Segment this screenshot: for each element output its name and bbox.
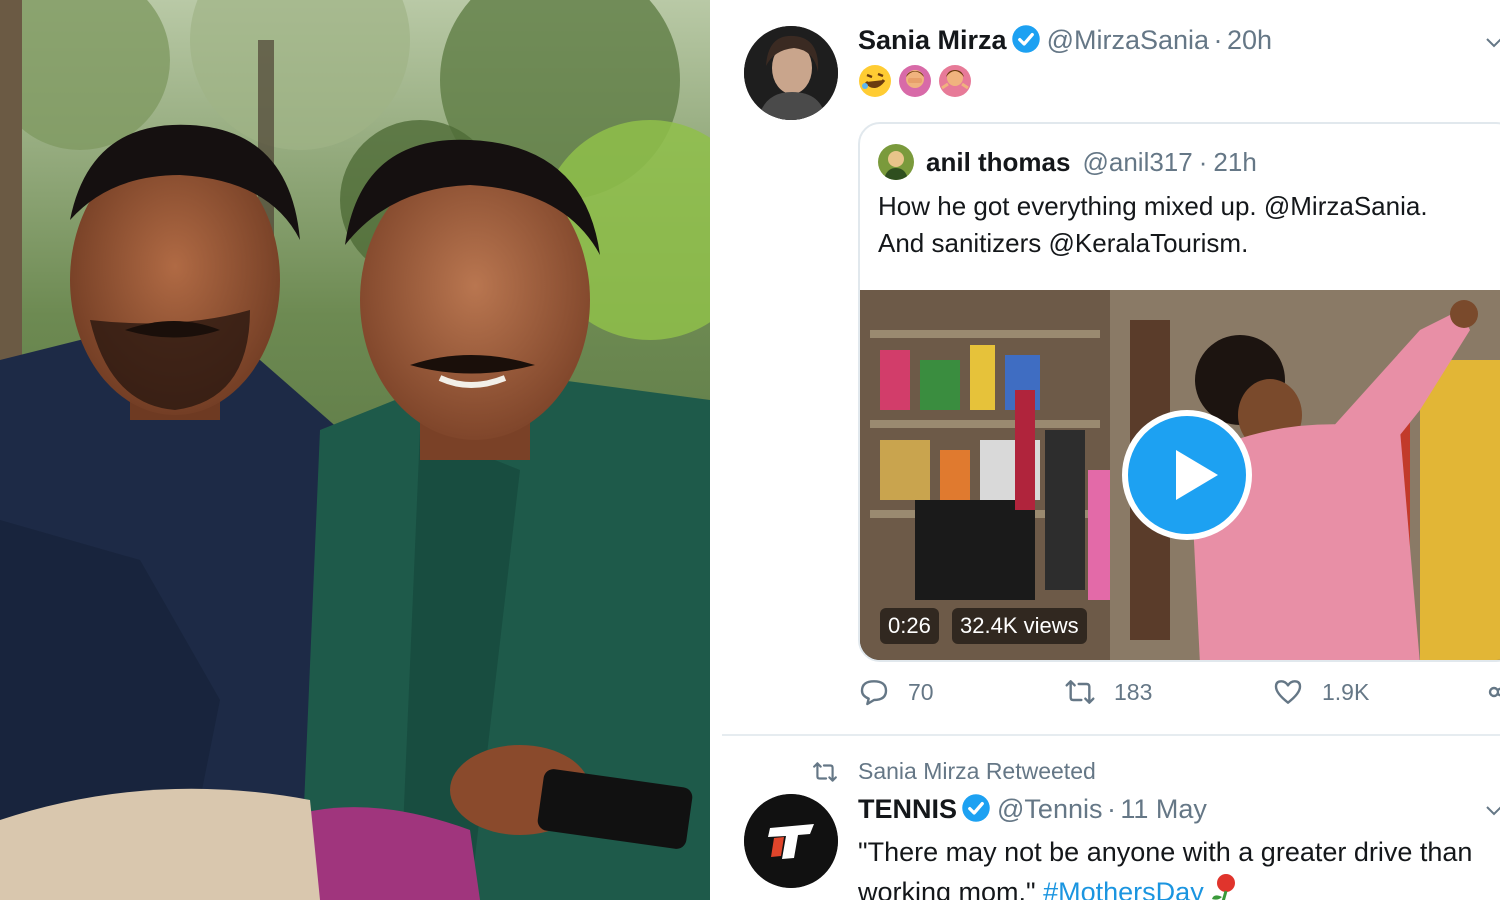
share-icon [1488, 686, 1500, 698]
quoted-author-name[interactable]: anil thomas [926, 147, 1070, 178]
tweet2-header: TENNIS @Tennis · 11 May [858, 793, 1207, 825]
tweet-timeline: Sania Mirza @MirzaSania · 20h anil thomas… [722, 0, 1500, 900]
heart-icon [1274, 680, 1302, 704]
video-duration: 0:26 [880, 608, 939, 644]
quoted-time[interactable]: 21h [1213, 147, 1256, 178]
tweet2-text-line-2-start: working mom." [858, 877, 1044, 900]
verified-badge-icon [1011, 25, 1040, 53]
tweet2-chevron-down-icon[interactable] [1486, 806, 1500, 816]
tweet1-action-bar: 70 183 1.9K [858, 676, 1500, 716]
tennis-avatar[interactable] [744, 794, 838, 888]
reply-button[interactable]: 70 [858, 676, 934, 708]
photo-divider [710, 0, 722, 900]
rose-emoji-icon [1211, 874, 1235, 900]
tweet1-chevron-down-icon[interactable] [1486, 38, 1500, 48]
tweet1-time[interactable]: 20h [1227, 25, 1272, 55]
play-button[interactable] [1122, 410, 1252, 540]
tweet2-author-name[interactable]: TENNIS [858, 794, 957, 824]
tweet1-emoji-row [858, 64, 972, 98]
verified-badge-icon [962, 794, 990, 822]
woman-facepalm-emoji-icon [899, 65, 931, 97]
like-count: 1.9K [1322, 678, 1370, 705]
quoted-separator: · [1198, 146, 1208, 177]
tweet-divider [722, 734, 1500, 736]
two-men-photo [0, 0, 710, 900]
tweet1-author-name[interactable]: Sania Mirza [858, 25, 1007, 55]
tweet2-text: "There may not be anyone with a greater … [858, 834, 1500, 900]
quoted-text-line-1: How he got everything mixed up. @MirzaSa… [878, 191, 1428, 221]
play-icon [1176, 450, 1218, 500]
tweet2-handle[interactable]: @Tennis [997, 794, 1102, 824]
quoted-tweet-card[interactable]: anil thomas @anil317 · 21h How he got ev… [858, 122, 1500, 662]
avatar-image-icon [744, 26, 838, 120]
video-views: 32.4K views [952, 608, 1087, 644]
retweet-notice-text: Sania Mirza Retweeted [858, 758, 1096, 784]
woman-shrugging-emoji-icon [939, 65, 971, 97]
tweet2-time[interactable]: 11 May [1120, 794, 1207, 824]
reply-icon [860, 680, 888, 706]
anil-avatar[interactable] [878, 144, 914, 180]
quoted-tweet-text: How he got everything mixed up. @MirzaSa… [878, 188, 1500, 262]
rolling-laughing-emoji-icon [859, 65, 891, 97]
retweet-count: 183 [1114, 678, 1153, 705]
avatar-image-icon [878, 144, 914, 180]
tennis-logo-icon [744, 794, 838, 888]
like-button[interactable]: 1.9K [1272, 676, 1369, 708]
quoted-tweet-header: anil thomas @anil317 · 21h [878, 144, 1257, 180]
tweet2-text-line-1: "There may not be anyone with a greater … [858, 837, 1473, 867]
tweet1-header: Sania Mirza @MirzaSania · 20h [858, 24, 1272, 56]
tweet1-handle[interactable]: @MirzaSania [1047, 25, 1209, 55]
quoted-text-line-2: And sanitizers @KeralaTourism. [878, 228, 1249, 258]
video-player[interactable]: 0:26 32.4K views [860, 290, 1500, 660]
retweet-button[interactable]: 183 [1064, 676, 1152, 708]
tweet1-separator: · [1213, 25, 1223, 55]
retweet-notice[interactable]: Sania Mirza Retweeted [812, 758, 1096, 785]
quoted-author-handle[interactable]: @anil317 [1082, 147, 1192, 178]
mothersday-hashtag-link[interactable]: #MothersDay [1043, 877, 1204, 900]
photo-illustration [0, 0, 710, 900]
retweeted-icon [813, 761, 837, 782]
retweet-icon [1065, 680, 1095, 704]
tweet2-text-line-2: working mom." #MothersDay [858, 871, 1500, 900]
share-button[interactable] [1486, 676, 1500, 708]
tweet2-separator: · [1106, 794, 1116, 824]
reply-count: 70 [908, 678, 934, 705]
sania-avatar[interactable] [744, 26, 838, 120]
